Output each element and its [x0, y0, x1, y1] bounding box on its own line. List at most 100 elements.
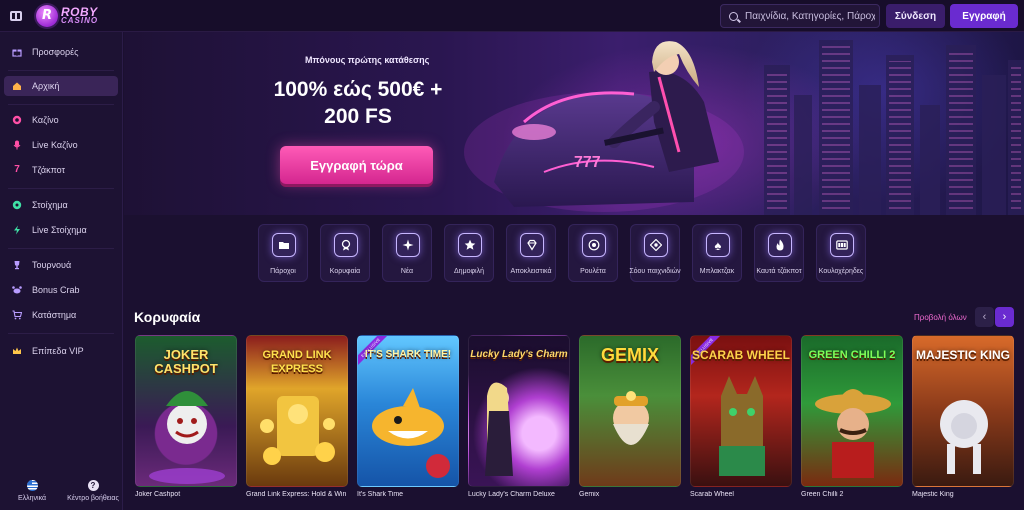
- category-top[interactable]: Κορυφαία: [320, 224, 370, 282]
- game-card[interactable]: EXCLUSIVE IT'S SHARK TIME! It's Shark Ti…: [357, 335, 459, 498]
- category-game-shows[interactable]: Σόου παιχνιδιών: [629, 224, 681, 282]
- game-card[interactable]: GRAND LINK EXPRESS Grand Link Express: H…: [246, 335, 348, 498]
- section-title: Κορυφαία: [134, 309, 201, 325]
- game-thumbnail[interactable]: JOKER CASHPOT: [135, 335, 237, 487]
- top-bar: R ROBY CASINO Σύνδεση Εγγραφή: [0, 0, 1024, 32]
- category-providers[interactable]: Πάροχοι: [258, 224, 308, 282]
- category-bar: Πάροχοι Κορυφαία Νέα Δημοφιλή Αποκλειστι…: [124, 215, 1024, 293]
- skyline-building: [859, 85, 881, 215]
- carousel-prev-button[interactable]: ‹: [975, 307, 994, 327]
- skyline-building: [982, 75, 1006, 215]
- game-name: Scarab Wheel: [690, 491, 734, 498]
- category-slots[interactable]: Κουλοχέρηδες: [816, 224, 866, 282]
- language-selector[interactable]: Ελληνικά: [12, 480, 52, 502]
- category-exclusive[interactable]: Αποκλειστικά: [506, 224, 556, 282]
- sidebar-item-casino[interactable]: Καζίνο: [4, 110, 118, 130]
- sidebar-item-jackpot[interactable]: 7 Τζάκποτ: [4, 160, 118, 180]
- category-label: Νέα: [400, 268, 414, 275]
- sidebar-item-label: Live Καζίνο: [32, 140, 78, 150]
- category-blackjack[interactable]: ♠ Μπλακτζακ: [692, 224, 742, 282]
- folder-icon: [272, 233, 296, 257]
- logo[interactable]: R ROBY CASINO: [36, 4, 98, 27]
- sidebar-item-label: Στοίχημα: [32, 200, 68, 210]
- rider-illustration: 777: [464, 41, 744, 212]
- search-icon: [729, 11, 738, 21]
- register-now-button[interactable]: Εγγραφή τώρα: [280, 146, 433, 184]
- game-card[interactable]: EXCLUSIVE SCARAB WHEEL Scarab Wheel: [690, 335, 792, 498]
- view-all-link[interactable]: Προβολή όλων: [914, 313, 967, 322]
- sidebar-item-bonus-crab[interactable]: Bonus Crab: [4, 280, 118, 300]
- sidebar-item-label: Κατάστημα: [32, 310, 77, 320]
- sparkle-icon: [396, 233, 420, 257]
- category-hot-jackpots[interactable]: Καυτά τζάκποτ: [754, 224, 804, 282]
- greek-flag-icon: [26, 480, 38, 491]
- microphone-icon: [12, 140, 22, 150]
- game-art-title: Lucky Lady's Charm: [470, 349, 568, 360]
- chevron-left-icon: ‹: [982, 311, 987, 323]
- game-card[interactable]: JOKER CASHPOT Joker Cashpot: [135, 335, 237, 498]
- category-label: Ρουλέτα: [580, 268, 606, 275]
- casino-chip-icon: [12, 115, 22, 125]
- sidebar-item-live-sports[interactable]: Live Στοίχημα: [4, 220, 118, 240]
- game-art-title: GEMIX: [600, 345, 659, 365]
- game-thumbnail[interactable]: Lucky Lady's Charm: [468, 335, 570, 487]
- seven-icon: 7: [14, 164, 20, 175]
- roulette-icon: [582, 233, 606, 257]
- login-button[interactable]: Σύνδεση: [886, 4, 945, 28]
- divider: [8, 70, 114, 71]
- sidebar-toggle-button[interactable]: [0, 0, 32, 32]
- help-center-link[interactable]: ? Κέντρο βοήθειας: [64, 480, 122, 502]
- game-name: Green Chilli 2: [801, 491, 844, 498]
- category-new[interactable]: Νέα: [382, 224, 432, 282]
- category-label: Καυτά τζάκποτ: [756, 268, 802, 275]
- game-card[interactable]: MAJESTIC KING Majestic King: [912, 335, 1014, 498]
- trophy-icon: [12, 260, 22, 270]
- sidebar-item-label: Προσφορές: [32, 47, 79, 57]
- game-thumbnail[interactable]: MAJESTIC KING: [912, 335, 1014, 487]
- medal-icon: [334, 233, 358, 257]
- sidebar-item-shop[interactable]: Κατάστημα: [4, 305, 118, 325]
- sidebar-item-vip-levels[interactable]: Επίπεδα VIP: [4, 341, 118, 361]
- game-card[interactable]: Lucky Lady's Charm Lucky Lady's Charm De…: [468, 335, 570, 498]
- category-label: Μπλακτζακ: [699, 268, 735, 275]
- category-popular[interactable]: Δημοφιλή: [444, 224, 494, 282]
- sidebar-item-label: Καζίνο: [32, 115, 59, 125]
- game-art-title: MAJESTIC KING: [915, 348, 1010, 362]
- category-label: Δημοφιλή: [454, 268, 484, 275]
- game-thumbnail[interactable]: GRAND LINK EXPRESS: [246, 335, 348, 487]
- carousel-next-button[interactable]: ›: [995, 307, 1014, 327]
- sidebar: Προσφορές Αρχική Καζίνο Live Καζίνο 7 Τζ…: [0, 32, 123, 510]
- divider: [8, 188, 114, 189]
- game-thumbnail[interactable]: GREEN CHILLI 2: [801, 335, 903, 487]
- category-label: Κορυφαία: [329, 268, 361, 275]
- sidebar-item-label: Bonus Crab: [32, 285, 80, 295]
- skyline-building: [819, 40, 853, 215]
- game-card[interactable]: GEMIX Gemix: [579, 335, 681, 498]
- sidebar-item-sports[interactable]: Στοίχημα: [4, 195, 118, 215]
- sidebar-item-label: Επίπεδα VIP: [32, 346, 84, 356]
- sidebar-item-live-casino[interactable]: Live Καζίνο: [4, 135, 118, 155]
- sidebar-item-tournaments[interactable]: Τουρνουά: [4, 255, 118, 275]
- lightning-icon: [12, 225, 22, 235]
- promo-banner[interactable]: Μπόνους πρώτης κατάθεσης 100% εώς 500€ +…: [124, 32, 1024, 215]
- flame-icon: [768, 233, 792, 257]
- football-icon: [12, 200, 22, 210]
- bike-plate-text: 777: [574, 154, 601, 171]
- search-input[interactable]: [745, 10, 875, 22]
- game-thumbnail[interactable]: EXCLUSIVE SCARAB WHEEL: [690, 335, 792, 487]
- register-button[interactable]: Εγγραφή: [950, 4, 1018, 28]
- search-box[interactable]: [720, 4, 880, 28]
- slot-machine-icon: [830, 233, 854, 257]
- banner-title: 100% εώς 500€ + 200 FS: [273, 78, 443, 128]
- sidebar-item-home[interactable]: Αρχική: [4, 76, 118, 96]
- game-name: Majestic King: [912, 491, 954, 498]
- diamond-icon: [520, 233, 544, 257]
- divider: [8, 248, 114, 249]
- game-thumbnail[interactable]: GEMIX: [579, 335, 681, 487]
- game-thumbnail[interactable]: EXCLUSIVE IT'S SHARK TIME!: [357, 335, 459, 487]
- game-art-title: GRAND LINK EXPRESS: [262, 349, 332, 375]
- sidebar-item-promotions[interactable]: Προσφορές: [4, 42, 118, 62]
- category-roulette[interactable]: Ρουλέτα: [568, 224, 618, 282]
- game-card[interactable]: GREEN CHILLI 2 Green Chilli 2: [801, 335, 903, 498]
- sidebar-toggle-icon: [10, 10, 22, 21]
